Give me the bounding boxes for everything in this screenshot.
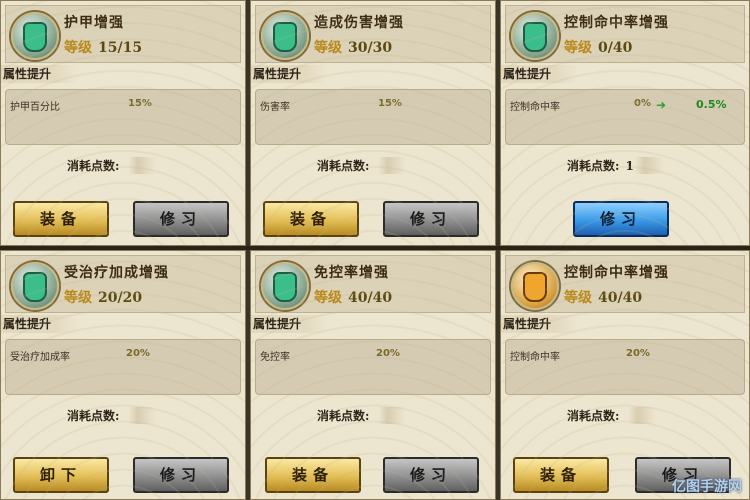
shield-icon [11, 12, 59, 60]
equip-button[interactable]: 装备 [265, 457, 361, 493]
equip-button[interactable]: 装备 [263, 201, 359, 237]
equip-button[interactable]: 装备 [513, 457, 609, 493]
train-button[interactable]: 修习 [133, 457, 229, 493]
unequip-button[interactable]: 卸下 [13, 457, 109, 493]
cost-label: 消耗点数: [317, 157, 406, 174]
attr-section-label: 属性提升 [251, 315, 328, 333]
figure-icon [511, 12, 559, 60]
panel-header: 受治疗加成增强 等级 20/20 [5, 255, 241, 313]
skill-title: 受治疗加成增强 [64, 265, 169, 281]
arrow-right-icon: ➜ [656, 98, 667, 112]
attr-value: 20% [626, 348, 650, 359]
panel-header: 控制命中率增强 等级 0/40 [505, 5, 745, 63]
attr-section-label: 属性提升 [501, 315, 578, 333]
skill-title: 控制命中率增强 [564, 265, 669, 281]
skill-panel-damage: 造成伤害增强 等级 30/30 属性提升 伤害率 15% 消耗点数: 装备 修习 [250, 0, 496, 246]
panel-header: 免控率增强 等级 40/40 [255, 255, 491, 313]
figure-gold-icon [511, 262, 559, 310]
skill-level: 等级 40/40 [314, 290, 393, 306]
attr-box: 控制命中率 20% [505, 339, 745, 395]
skill-title: 护甲增强 [64, 15, 124, 31]
skill-panel-armor: 护甲增强 等级 15/15 属性提升 护甲百分比 15% 消耗点数: 装备 修习 [0, 0, 246, 246]
cost-label: 消耗点数: [317, 407, 406, 424]
attr-name: 免控率 [260, 352, 290, 363]
attr-value: 20% [376, 348, 400, 359]
ward-icon [261, 262, 309, 310]
skill-title: 免控率增强 [314, 265, 389, 281]
panel-header: 控制命中率增强 等级 40/40 [505, 255, 745, 313]
panel-header: 造成伤害增强 等级 30/30 [255, 5, 491, 63]
heal-icon [11, 262, 59, 310]
skill-level: 等级 40/40 [564, 290, 643, 306]
equip-button[interactable]: 装备 [13, 201, 109, 237]
attr-box: 免控率 20% [255, 339, 491, 395]
attr-box: 伤害率 15% [255, 89, 491, 145]
train-button[interactable]: 修习 [383, 457, 479, 493]
attr-value: 15% [378, 98, 402, 109]
skill-panel-control-hit: 控制命中率增强 等级 0/40 属性提升 控制命中率 0% ➜ 0.5% 消耗点数… [500, 0, 750, 246]
train-button[interactable]: 修习 [573, 201, 669, 237]
cost-label: 消耗点数: [67, 157, 156, 174]
attr-value: 0% [634, 98, 651, 109]
skill-level: 等级 20/20 [64, 290, 143, 306]
attr-value: 20% [126, 348, 150, 359]
attr-value: 15% [128, 98, 152, 109]
skill-title: 控制命中率增强 [564, 15, 669, 31]
train-button[interactable]: 修习 [133, 201, 229, 237]
attr-name: 控制命中率 [510, 352, 560, 363]
skill-title: 造成伤害增强 [314, 15, 404, 31]
attr-next-value: 0.5% [696, 98, 727, 111]
train-button[interactable]: 修习 [383, 201, 479, 237]
attr-box: 控制命中率 0% ➜ 0.5% [505, 89, 745, 145]
attr-name: 受治疗加成率 [10, 352, 70, 363]
site-watermark: 亿图手游网 [672, 479, 742, 495]
panel-header: 护甲增强 等级 15/15 [5, 5, 241, 63]
skill-level: 等级 0/40 [564, 40, 633, 56]
attr-section-label: 属性提升 [501, 65, 578, 83]
attr-name: 护甲百分比 [10, 102, 60, 113]
skill-panel-heal: 受治疗加成增强 等级 20/20 属性提升 受治疗加成率 20% 消耗点数: 卸下… [0, 250, 246, 500]
attr-name: 伤害率 [260, 102, 290, 113]
attr-box: 护甲百分比 15% [5, 89, 241, 145]
skill-level: 等级 15/15 [64, 40, 143, 56]
cost-label: 消耗点数: [67, 407, 156, 424]
attr-section-label: 属性提升 [1, 315, 78, 333]
attr-name: 控制命中率 [510, 102, 560, 113]
skill-level: 等级 30/30 [314, 40, 393, 56]
skill-panel-control-hit-2: 控制命中率增强 等级 40/40 属性提升 控制命中率 20% 消耗点数: 装备 … [500, 250, 750, 500]
attr-section-label: 属性提升 [1, 65, 78, 83]
skill-panel-control-immune: 免控率增强 等级 40/40 属性提升 免控率 20% 消耗点数: 装备 修习 [250, 250, 496, 500]
attr-box: 受治疗加成率 20% [5, 339, 241, 395]
flame-icon [261, 12, 309, 60]
cost-label: 消耗点数: 1 [567, 157, 664, 174]
attr-section-label: 属性提升 [251, 65, 328, 83]
cost-label: 消耗点数: [567, 407, 656, 424]
